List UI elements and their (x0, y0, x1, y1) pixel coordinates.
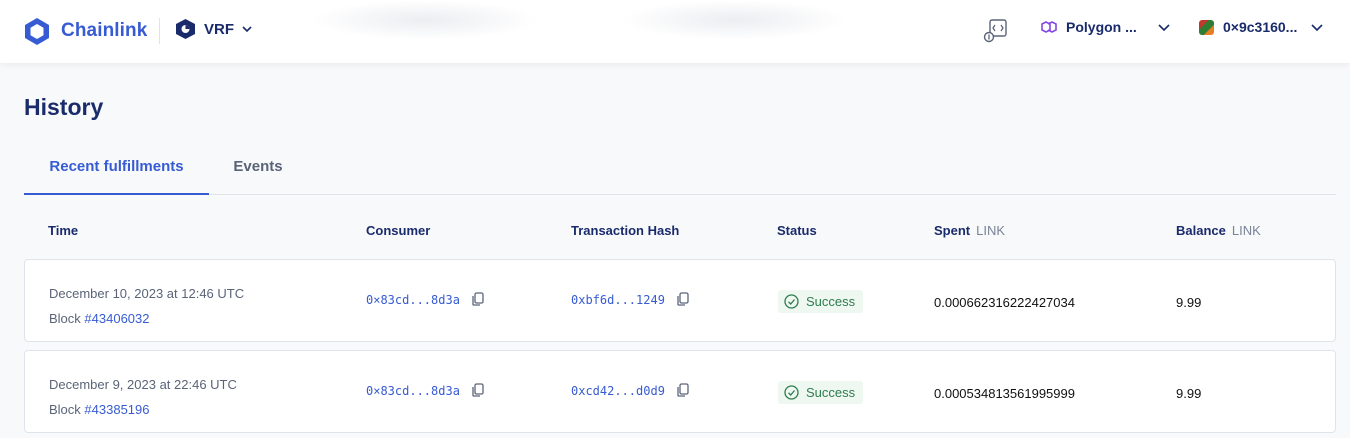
copy-consumer-button[interactable] (471, 383, 484, 400)
fulfillment-time: December 9, 2023 at 22:46 UTC (49, 377, 237, 392)
product-selector[interactable]: VRF (176, 19, 252, 39)
block-prefix: Block (49, 402, 81, 417)
column-header-time: Time (48, 223, 79, 238)
time-cell: December 10, 2023 at 12:46 UTC Block #43… (49, 281, 244, 331)
balance-value: 9.99 (1176, 295, 1202, 310)
chainlink-logo-icon (25, 17, 49, 45)
spent-label: Spent (934, 223, 971, 238)
page-title: History (24, 94, 104, 120)
tab-events[interactable]: Events (209, 150, 307, 195)
network-selector[interactable]: Polygon ... (1040, 19, 1170, 35)
brand-name: Chainlink (61, 20, 148, 41)
table-row: December 10, 2023 at 12:46 UTC Block #43… (24, 259, 1336, 342)
developer-tools-icon (983, 19, 1007, 43)
header-divider (159, 18, 160, 44)
product-label: VRF (204, 20, 234, 38)
consumer-cell: 0×83cd...8d3a (366, 292, 484, 309)
copy-transaction-hash-button[interactable] (676, 383, 689, 400)
check-circle-icon (784, 294, 799, 309)
check-circle-icon (784, 385, 799, 400)
copy-icon (471, 292, 484, 306)
block-link[interactable]: #43385196 (84, 402, 149, 417)
history-tabs: Recent fulfillments Events (24, 150, 1336, 195)
transaction-hash-link[interactable]: 0xbf6d...1249 (571, 293, 665, 307)
column-header-spent: Spent LINK (934, 223, 1005, 238)
developer-tools-button[interactable] (983, 18, 1009, 44)
account-address: 0×9c3160... (1223, 19, 1298, 35)
transaction-hash-cell: 0xbf6d...1249 (571, 292, 689, 309)
network-label: Polygon ... (1066, 19, 1137, 35)
copy-icon (471, 383, 484, 397)
spent-unit: LINK (976, 223, 1006, 238)
tab-recent-fulfillments[interactable]: Recent fulfillments (24, 150, 209, 195)
chevron-down-icon (1158, 23, 1170, 31)
copy-icon (676, 292, 689, 306)
polygon-icon (1041, 21, 1057, 33)
status-label: Success (806, 294, 856, 309)
avatar (1199, 19, 1214, 35)
top-navigation-bar: Chainlink VRF Polygon ... 0×9c3160... (0, 0, 1350, 63)
balance-label: Balance (1176, 223, 1226, 238)
copy-transaction-hash-button[interactable] (676, 292, 689, 309)
time-cell: December 9, 2023 at 22:46 UTC Block #433… (49, 372, 237, 422)
spent-value: 0.000662316222427034 (934, 295, 1075, 310)
block-link[interactable]: #43406032 (84, 311, 149, 326)
status-badge: Success (778, 290, 864, 313)
chevron-down-icon (1311, 23, 1323, 31)
column-header-transaction-hash: Transaction Hash (571, 223, 680, 238)
block-prefix: Block (49, 311, 81, 326)
blurred-region (310, 0, 540, 40)
balance-value: 9.99 (1176, 386, 1202, 401)
status-label: Success (806, 385, 856, 400)
balance-unit: LINK (1231, 223, 1261, 238)
blurred-region (620, 0, 850, 40)
consumer-address-link[interactable]: 0×83cd...8d3a (366, 384, 460, 398)
copy-consumer-button[interactable] (471, 292, 484, 309)
vrf-icon (176, 19, 195, 39)
chainlink-home-link[interactable]: Chainlink (25, 17, 147, 45)
column-header-consumer: Consumer (366, 223, 431, 238)
transaction-hash-cell: 0xcd42...d0d9 (571, 383, 689, 400)
transaction-hash-link[interactable]: 0xcd42...d0d9 (571, 384, 665, 398)
block-info: Block #43406032 (49, 306, 244, 331)
chevron-down-icon (242, 26, 252, 32)
account-selector[interactable]: 0×9c3160... (1199, 19, 1323, 35)
spent-value: 0.000534813561995999 (934, 386, 1075, 401)
copy-icon (676, 383, 689, 397)
column-header-status: Status (777, 223, 817, 238)
fulfillment-time: December 10, 2023 at 12:46 UTC (49, 286, 245, 301)
consumer-address-link[interactable]: 0×83cd...8d3a (366, 293, 460, 307)
column-header-balance: Balance LINK (1176, 223, 1261, 238)
status-badge: Success (778, 381, 864, 404)
consumer-cell: 0×83cd...8d3a (366, 383, 484, 400)
block-info: Block #43385196 (49, 397, 237, 422)
table-row: December 9, 2023 at 22:46 UTC Block #433… (24, 350, 1336, 433)
